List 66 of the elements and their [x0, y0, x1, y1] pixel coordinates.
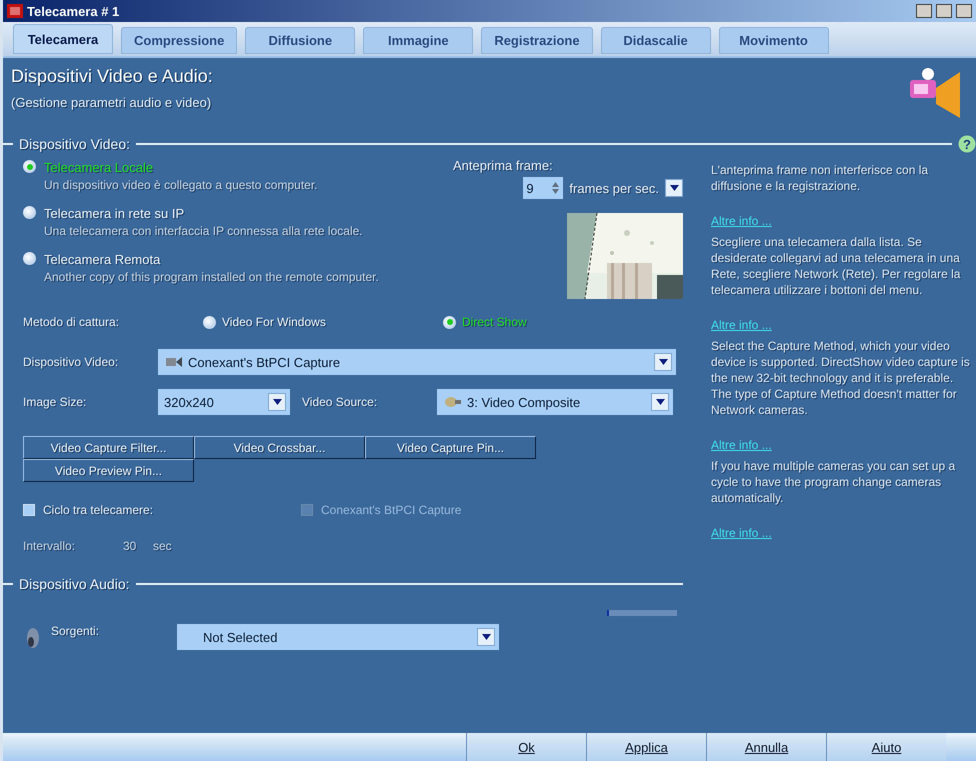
app-logo-icon	[7, 4, 23, 18]
tab[interactable]: Movimento	[718, 27, 829, 54]
field-label: Intervallo:	[23, 539, 76, 553]
minimize-icon[interactable]	[916, 4, 932, 18]
field-label: Image Size:	[23, 395, 88, 409]
dialog-button[interactable]: Ok	[466, 733, 586, 761]
settings-button[interactable]: Video Crossbar...	[194, 436, 365, 459]
field-label: Video Source:	[302, 395, 378, 409]
radio-label[interactable]: Video For Windows	[222, 315, 326, 329]
more-info-link[interactable]: Altre info ...	[711, 318, 772, 332]
fps-unit: frames per sec.	[569, 180, 659, 196]
preview-label: Anteprima frame:	[453, 158, 553, 173]
plug-icon	[445, 396, 461, 408]
maximize-icon[interactable]	[936, 4, 952, 18]
help-icon[interactable]: ?	[958, 135, 976, 153]
spin-arrows-icon[interactable]	[551, 181, 560, 195]
help-text: If you have multiple cameras you can set up a cycle to have the program change cameras automatically.	[711, 458, 956, 506]
help-text: Select the Capture Method, which your video device is supported. DirectShow video capture is the new 32-bit technology and it is preferable. The type of Capture Method doesn't matter for Network cameras.	[711, 338, 970, 418]
dialog-button[interactable]: Aiuto	[826, 733, 946, 761]
interval-unit: sec	[153, 539, 172, 553]
help-text: L'anteprima frame non interferisce con la diffusione e la registrazione.	[711, 162, 930, 194]
field-label: Dispositivo Video:	[23, 355, 120, 369]
video-source-dropdown[interactable]: 3: Video Composite	[437, 389, 673, 415]
radio-button[interactable]	[23, 252, 36, 265]
interval-value[interactable]: 30	[123, 539, 153, 553]
more-info-link[interactable]: Altre info ...	[711, 214, 772, 228]
radio-button[interactable]	[23, 160, 36, 173]
settings-button[interactable]: Video Capture Filter...	[23, 436, 194, 459]
camera-icon	[166, 356, 182, 368]
section-title: Dispositivo Audio:	[19, 576, 130, 592]
radio-button[interactable]	[23, 206, 36, 219]
tab[interactable]: Compressione	[121, 27, 238, 54]
dialog-button[interactable]: Applica	[586, 733, 706, 761]
section-title: Dispositivo Video:	[19, 136, 130, 152]
dialog-button[interactable]: Annulla	[706, 733, 826, 761]
settings-button[interactable]: Video Capture Pin...	[365, 436, 536, 459]
more-info-link[interactable]: Altre info ...	[711, 526, 772, 540]
radio-label[interactable]: Telecamera in rete su IP	[44, 206, 363, 221]
tab[interactable]: Immagine	[363, 27, 474, 54]
help-text: Scegliere una telecamera dalla lista. Se desiderate collegarvi ad una telecamera in una Rete, scegliere Network (Rete). Per regolare la telecamera utilizzare i bottoni del menu.	[711, 234, 962, 298]
field-label: Metodo di cattura:	[23, 315, 120, 329]
radio-label[interactable]: Telecamera Remota	[44, 252, 379, 267]
settings-button[interactable]: Video Preview Pin...	[23, 459, 194, 482]
video-device-dropdown[interactable]: Conexant's BtPCI Capture	[158, 349, 676, 375]
more-info-link[interactable]: Altre info ...	[711, 438, 772, 452]
field-label: Sorgenti:	[51, 624, 100, 638]
tab[interactable]: Diffusione	[245, 27, 356, 54]
window-title: Telecamera # 1	[27, 4, 120, 18]
radio-button[interactable]	[203, 316, 216, 328]
close-icon[interactable]	[956, 4, 972, 18]
radio-description: Another copy of this program installed on the remote computer.	[44, 270, 379, 284]
radio-description: Una telecamera con interfaccia IP connessa alla rete locale.	[44, 224, 363, 238]
page-title: Dispositivi Video e Audio:	[11, 66, 213, 87]
fps-spinner[interactable]: 9	[523, 177, 564, 199]
tab[interactable]: Telecamera	[13, 24, 113, 54]
audio-meter-icon	[607, 610, 677, 616]
tab[interactable]: Didascalie	[600, 27, 711, 54]
image-size-dropdown[interactable]: 320x240	[158, 389, 290, 415]
radio-button[interactable]	[443, 316, 456, 328]
radio-description: Un dispositivo video è collegato a questo computer.	[44, 178, 318, 192]
radio-label[interactable]: Telecamera Locale	[44, 160, 318, 175]
checkbox-label[interactable]: Ciclo tra telecamere:	[43, 503, 293, 517]
tab[interactable]: Registrazione	[481, 27, 593, 54]
page-subtitle: (Gestione parametri audio e video)	[11, 95, 212, 110]
radio-label[interactable]: Direct Show	[462, 315, 527, 329]
audio-source-dropdown[interactable]: Not Selected	[177, 624, 499, 650]
